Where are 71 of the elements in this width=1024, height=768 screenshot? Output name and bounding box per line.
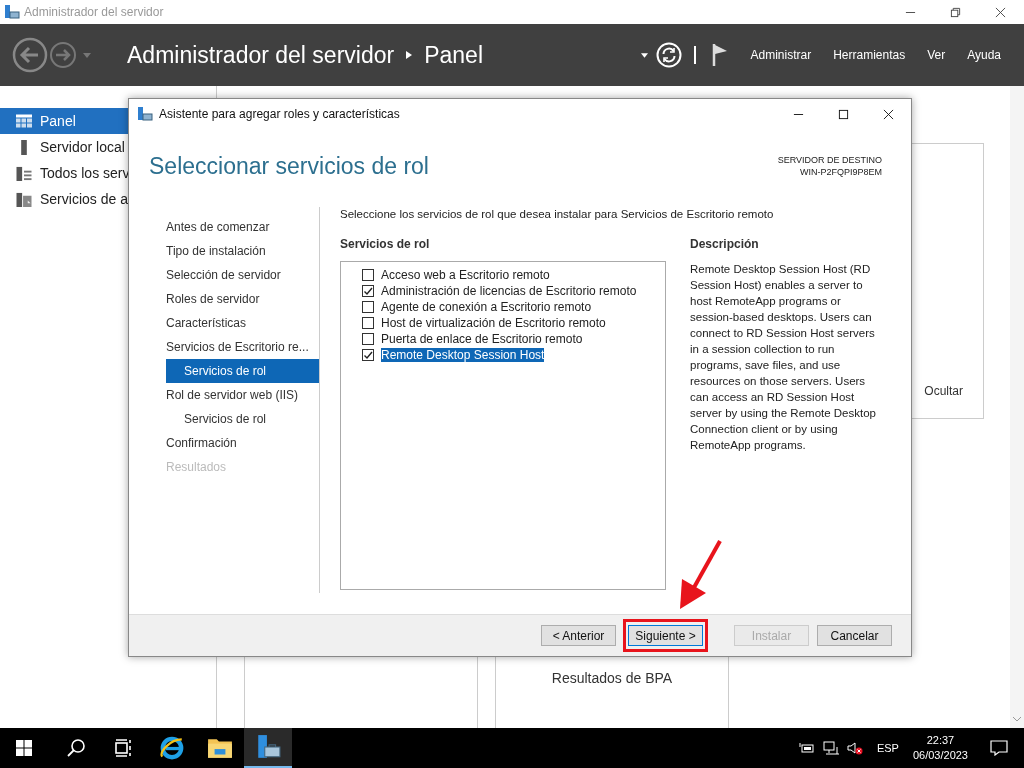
server-manager-icon xyxy=(255,734,281,760)
description-heading: Descripción xyxy=(690,237,760,251)
search-icon xyxy=(66,738,86,758)
wizard-step[interactable]: Servicios de rol xyxy=(166,359,319,383)
flag-icon[interactable] xyxy=(712,43,729,67)
app-icon xyxy=(137,106,153,122)
intro-text: Seleccione los servicios de rol que desea instalar para Servicios de Escritorio remoto xyxy=(340,208,775,220)
list-heading: Servicios de rol xyxy=(340,237,431,251)
hide-link[interactable]: Ocultar xyxy=(924,384,963,398)
checkbox[interactable] xyxy=(362,285,374,297)
list-item[interactable]: Host de virtualización de Escritorio remoto xyxy=(381,316,606,330)
checkbox[interactable] xyxy=(362,317,374,329)
pointer-arrow xyxy=(678,539,722,611)
target-server: WIN-P2FQPI9P8EM xyxy=(800,166,882,178)
close-icon[interactable] xyxy=(995,6,1006,18)
wizard-step[interactable]: Roles de servidor xyxy=(166,287,319,311)
checkbox[interactable] xyxy=(362,269,374,281)
tile-label: Resultados de BPA xyxy=(551,670,673,686)
checkbox[interactable] xyxy=(362,349,374,361)
checkbox[interactable] xyxy=(362,301,374,313)
taskbar-app[interactable] xyxy=(244,728,292,768)
wizard-step[interactable]: Antes de comenzar xyxy=(166,215,319,239)
list-item[interactable]: Puerta de enlace de Escritorio remoto xyxy=(381,332,583,346)
file-server-icon xyxy=(16,191,32,207)
list-item[interactable]: Acceso web a Escritorio remoto xyxy=(381,268,550,282)
language-indicator[interactable]: ESP xyxy=(876,742,899,754)
wizard-step[interactable]: Servicios de Escritorio re... xyxy=(166,335,319,359)
list-item[interactable]: Remote Desktop Session Host xyxy=(381,348,545,362)
wizard-button[interactable]: Cancelar xyxy=(817,625,892,646)
refresh-icon[interactable] xyxy=(656,42,683,68)
wizard-step[interactable]: Selección de servidor xyxy=(166,263,319,287)
menu-item[interactable]: Ayuda xyxy=(967,48,1001,62)
window-title: Administrador del servidor xyxy=(24,5,164,19)
target-label: SERVIDOR DE DESTINO xyxy=(777,154,882,166)
wizard-heading: Seleccionar servicios de rol xyxy=(149,153,429,180)
menu-item[interactable]: Administrar xyxy=(750,48,812,62)
scrollbar[interactable] xyxy=(1010,86,1024,728)
wizard-step[interactable]: Rol de servidor web (IIS) xyxy=(166,383,319,407)
task-view-icon xyxy=(114,738,134,758)
breadcrumb-separator-icon xyxy=(406,51,413,59)
wizard-step[interactable]: Tipo de instalación xyxy=(166,239,319,263)
wizard-button[interactable]: Siguiente > xyxy=(628,625,703,646)
browser-icon xyxy=(159,735,185,761)
dropdown-icon[interactable] xyxy=(641,52,649,58)
wizard-step[interactable]: Confirmación xyxy=(166,431,319,455)
app-icon xyxy=(4,4,20,20)
start-icon[interactable] xyxy=(16,740,32,756)
description-text: Remote Desktop Session Host (RD Session Host) enables a server to host RemoteApp programs or session-based desktops. Users can connect to RD Session Host servers in a session collection to run programs, save files, and use resources on those servers. Users can access an RD Session Host server by using the Remote Desktop Connection client or by using RemoteApp programs. xyxy=(690,262,877,453)
restore-icon[interactable] xyxy=(950,6,961,18)
muted-speaker-icon[interactable] xyxy=(846,741,863,755)
list-item[interactable]: Agente de conexión a Escritorio remoto xyxy=(381,300,592,314)
wizard-step[interactable]: Servicios de rol xyxy=(166,407,319,431)
close-icon[interactable] xyxy=(883,108,894,120)
scroll-down-icon[interactable] xyxy=(1013,717,1021,722)
wizard-button[interactable]: < Anterior xyxy=(541,625,616,646)
menu-item[interactable]: Herramientas xyxy=(833,48,906,62)
sidebar-item[interactable]: Servicios de a xyxy=(0,186,216,212)
header-title: Administrador del servidor xyxy=(127,41,395,69)
maximize-icon[interactable] xyxy=(838,108,849,120)
back-icon[interactable] xyxy=(12,37,48,73)
notification-icon[interactable] xyxy=(990,740,1008,756)
servers-icon xyxy=(16,165,32,181)
header-page: Panel xyxy=(424,41,483,69)
clock[interactable]: 22:37 06/03/2023 xyxy=(912,733,968,763)
checkbox[interactable] xyxy=(362,333,374,345)
menu-item[interactable]: Ver xyxy=(927,48,946,62)
battery-icon[interactable] xyxy=(798,741,815,755)
list-item[interactable]: Administración de licencias de Escritorio remoto xyxy=(381,284,637,298)
network-icon[interactable] xyxy=(822,741,839,755)
wizard-step[interactable]: Características xyxy=(166,311,319,335)
grid-icon xyxy=(16,113,32,129)
